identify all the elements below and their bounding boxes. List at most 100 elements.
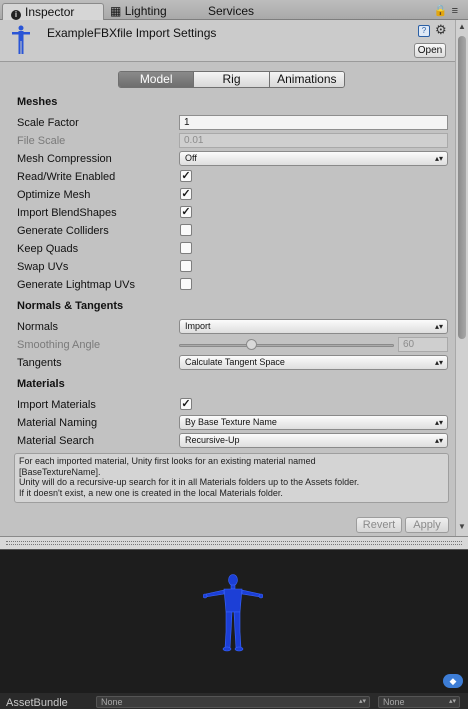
import-blendshapes-row: Import BlendShapes ✓ xyxy=(17,205,447,223)
normals-value: Import xyxy=(185,321,211,331)
dropdown-arrow-icon: ▴▾ xyxy=(434,436,443,445)
import-settings-panel: Model Rig Animations Meshes Scale Factor… xyxy=(0,63,455,536)
generate-colliders-row: Generate Colliders xyxy=(17,223,447,241)
import-materials-row: Import Materials ✓ xyxy=(17,397,447,415)
inspector-header: ExampleFBXfile Import Settings ? ⚙ Open xyxy=(0,20,455,62)
read-write-checkbox[interactable]: ✓ xyxy=(180,170,192,182)
material-naming-value: By Base Texture Name xyxy=(185,417,277,427)
tab-lighting-label: Lighting xyxy=(124,4,167,18)
tangents-value: Calculate Tangent Space xyxy=(185,357,285,367)
help-line: [BaseTextureName]. xyxy=(19,466,101,477)
keep-quads-label: Keep Quads xyxy=(17,243,79,255)
scale-factor-row: Scale Factor 1 xyxy=(17,115,448,133)
help-book-icon[interactable]: ? xyxy=(418,25,430,37)
tab-services[interactable]: Services xyxy=(208,3,254,20)
swap-uvs-checkbox[interactable] xyxy=(180,260,192,272)
character-model-preview xyxy=(203,574,263,652)
asset-bundle-name-dropdown[interactable]: None ▴▾ xyxy=(96,696,370,708)
file-scale-row: File Scale 0.01 xyxy=(17,133,448,151)
asset-bundle-label: AssetBundle xyxy=(6,697,68,709)
optimize-mesh-label: Optimize Mesh xyxy=(17,189,91,201)
asset-bundle-variant-dropdown[interactable]: None ▴▾ xyxy=(378,696,460,708)
model-preview[interactable]: ◆ xyxy=(0,550,468,693)
read-write-row: Read/Write Enabled ✓ xyxy=(17,169,447,187)
tangents-row: Tangents Calculate Tangent Space ▴▾ xyxy=(17,355,448,373)
swap-uvs-label: Swap UVs xyxy=(17,261,69,273)
smoothing-angle-field: 60 xyxy=(398,337,448,352)
scroll-up-icon[interactable]: ▲ xyxy=(458,22,466,31)
window-tab-bar: i Inspector ▦ Lighting Services 🔒≡ xyxy=(0,0,468,20)
tab-services-label: Services xyxy=(208,4,255,18)
label-tag-icon[interactable]: ◆ xyxy=(443,674,463,688)
lightmap-uvs-row: Generate Lightmap UVs xyxy=(17,277,447,295)
import-materials-label: Import Materials xyxy=(17,399,96,411)
dropdown-arrow-icon: ▴▾ xyxy=(358,698,366,705)
optimize-mesh-row: Optimize Mesh ✓ xyxy=(17,187,447,205)
revert-button[interactable]: Revert xyxy=(356,517,402,533)
splitter-grip xyxy=(6,541,462,545)
material-search-label: Material Search xyxy=(17,435,95,447)
import-blendshapes-label: Import BlendShapes xyxy=(17,207,117,219)
import-materials-checkbox[interactable]: ✓ xyxy=(180,398,192,410)
scroll-down-icon[interactable]: ▼ xyxy=(458,522,466,531)
file-scale-field: 0.01 xyxy=(179,133,448,148)
model-icon xyxy=(12,25,30,54)
tab-rig[interactable]: Rig xyxy=(194,72,270,87)
read-write-label: Read/Write Enabled xyxy=(17,171,116,183)
tab-inspector-label: Inspector xyxy=(25,5,75,19)
generate-colliders-label: Generate Colliders xyxy=(17,225,109,237)
asset-bundle-bar: AssetBundle None ▴▾ None ▴▾ xyxy=(0,693,468,709)
tab-lighting[interactable]: ▦ Lighting xyxy=(110,3,167,20)
materials-heading: Materials xyxy=(17,378,65,390)
material-naming-label: Material Naming xyxy=(17,417,98,429)
dropdown-arrow-icon: ▴▾ xyxy=(434,418,443,427)
mesh-compression-label: Mesh Compression xyxy=(17,153,112,165)
tab-inspector[interactable]: i Inspector xyxy=(2,3,104,20)
help-line: If it doesn't exist, a new one is create… xyxy=(19,487,283,498)
mesh-compression-dropdown[interactable]: Off ▴▾ xyxy=(179,151,448,166)
normals-dropdown[interactable]: Import ▴▾ xyxy=(179,319,448,334)
help-line: For each imported material, Unity first … xyxy=(19,456,316,466)
normals-label: Normals xyxy=(17,321,58,333)
lightmap-uvs-checkbox[interactable] xyxy=(180,278,192,290)
apply-button[interactable]: Apply xyxy=(405,517,449,533)
normals-row: Normals Import ▴▾ xyxy=(17,319,448,337)
preview-splitter[interactable] xyxy=(0,536,468,550)
help-line: Unity will do a recursive-up search for … xyxy=(19,477,360,487)
gear-icon[interactable]: ⚙ xyxy=(435,22,447,38)
scale-factor-field[interactable]: 1 xyxy=(179,115,448,130)
tangents-dropdown[interactable]: Calculate Tangent Space ▴▾ xyxy=(179,355,448,370)
material-naming-dropdown[interactable]: By Base Texture Name ▴▾ xyxy=(179,415,448,430)
asset-bundle-name-value: None xyxy=(101,697,123,707)
generate-colliders-checkbox[interactable] xyxy=(180,224,192,236)
material-search-value: Recursive-Up xyxy=(185,435,240,445)
smoothing-angle-knob xyxy=(245,339,257,350)
material-naming-row: Material Naming By Base Texture Name ▴▾ xyxy=(17,415,448,433)
page-title: ExampleFBXfile Import Settings xyxy=(47,26,217,40)
scale-factor-label: Scale Factor xyxy=(17,117,79,129)
tab-model[interactable]: Model xyxy=(119,72,195,87)
lock-icon[interactable]: 🔒 xyxy=(434,5,452,17)
inspector-scrollbar[interactable]: ▲ ▼ xyxy=(455,20,468,536)
mesh-compression-row: Mesh Compression Off ▴▾ xyxy=(17,151,448,169)
dropdown-arrow-icon: ▴▾ xyxy=(434,154,443,163)
smoothing-angle-label: Smoothing Angle xyxy=(17,339,101,351)
menu-icon[interactable]: ≡ xyxy=(452,5,462,17)
keep-quads-checkbox[interactable] xyxy=(180,242,192,254)
optimize-mesh-checkbox[interactable]: ✓ xyxy=(180,188,192,200)
tab-bar-controls: 🔒≡ xyxy=(434,4,462,17)
tab-animations[interactable]: Animations xyxy=(269,72,344,87)
asset-bundle-variant-value: None xyxy=(383,697,405,707)
lighting-icon: ▦ xyxy=(110,4,122,18)
material-help-box: For each imported material, Unity first … xyxy=(14,453,449,503)
keep-quads-row: Keep Quads xyxy=(17,241,447,259)
import-blendshapes-checkbox[interactable]: ✓ xyxy=(180,206,192,218)
material-search-dropdown[interactable]: Recursive-Up ▴▾ xyxy=(179,433,448,448)
swap-uvs-row: Swap UVs xyxy=(17,259,447,277)
smoothing-angle-slider xyxy=(179,344,394,347)
import-tabs: Model Rig Animations xyxy=(118,71,345,88)
dropdown-arrow-icon: ▴▾ xyxy=(448,698,456,705)
scroll-thumb[interactable] xyxy=(458,36,466,339)
meshes-heading: Meshes xyxy=(17,96,58,108)
open-button[interactable]: Open xyxy=(414,43,446,58)
